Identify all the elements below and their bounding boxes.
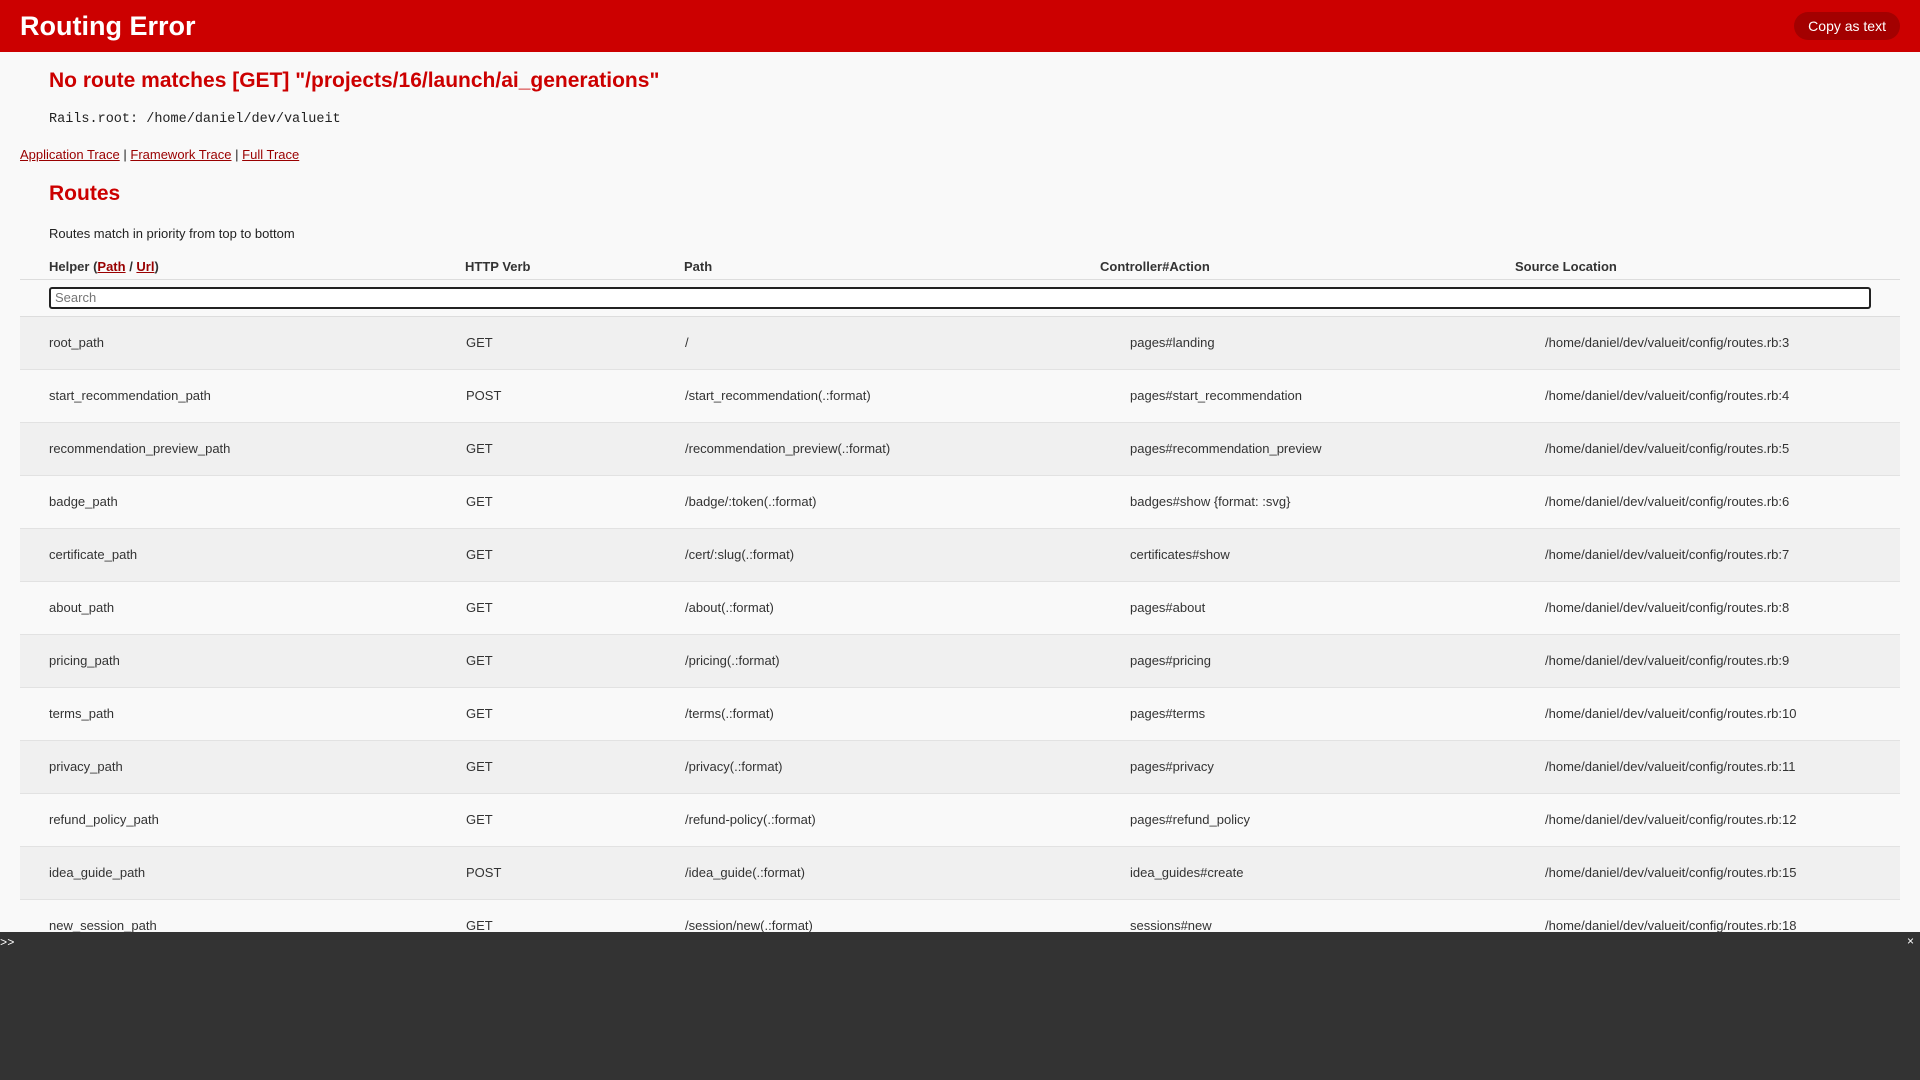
- table-row: refund_policy_path GET/refund-policy(.:fo…: [20, 793, 1900, 847]
- route-controller-action: idea_guides#create: [1100, 846, 1515, 900]
- route-path: /recommendation_preview(.:format): [684, 422, 1100, 476]
- console-prompt[interactable]: >>: [0, 936, 14, 950]
- route-controller-action: pages#landing: [1100, 316, 1515, 370]
- route-helper: terms_path: [20, 687, 465, 741]
- console-close-icon[interactable]: ×: [1907, 934, 1914, 948]
- route-controller-action: pages#terms: [1100, 687, 1515, 741]
- verb-column-header: HTTP Verb: [465, 255, 684, 280]
- route-verb: GET: [465, 528, 684, 582]
- route-verb: GET: [465, 740, 684, 794]
- route-helper: recommendation_preview_path: [20, 422, 465, 476]
- controller-column-header: Controller#Action: [1100, 255, 1515, 280]
- route-controller-action: pages#privacy: [1100, 740, 1515, 794]
- table-row: start_recommendation_path POST/start_reco…: [20, 369, 1900, 423]
- route-helper: privacy_path: [20, 740, 465, 794]
- route-source-location: /home/daniel/dev/valueit/config/routes.r…: [1515, 422, 1900, 476]
- route-path: /pricing(.:format): [684, 634, 1100, 688]
- route-path: /idea_guide(.:format): [684, 846, 1100, 900]
- page-title: Routing Error: [20, 10, 196, 41]
- route-helper: about_path: [20, 581, 465, 635]
- route-verb: GET: [465, 475, 684, 529]
- framework-trace-link[interactable]: Framework Trace: [130, 147, 231, 162]
- route-helper: start_recommendation_path: [20, 369, 465, 423]
- route-path: /cert/:slug(.:format): [684, 528, 1100, 582]
- route-helper: pricing_path: [20, 634, 465, 688]
- route-verb: GET: [465, 687, 684, 741]
- table-row: certificate_path GET/cert/:slug(.:format)…: [20, 528, 1900, 582]
- table-row: terms_path GET/terms(.:format) pages#terms…: [20, 687, 1900, 741]
- route-helper: badge_path: [20, 475, 465, 529]
- routes-body: root_path GET / pages#landing/home/daniel/d…: [20, 316, 1900, 953]
- route-source-location: /home/daniel/dev/valueit/config/routes.r…: [1515, 528, 1900, 582]
- web-console[interactable]: >> ×: [0, 932, 1920, 1080]
- routes-subtitle: Routes match in priority from top to bot…: [49, 226, 295, 241]
- source-column-header: Source Location: [1515, 255, 1900, 280]
- trace-separator: |: [235, 147, 239, 162]
- route-verb: GET: [465, 581, 684, 635]
- route-verb: GET: [465, 793, 684, 847]
- route-path: /refund-policy(.:format): [684, 793, 1100, 847]
- table-row: idea_guide_path POST/idea_guide(.:format)…: [20, 846, 1900, 900]
- route-source-location: /home/daniel/dev/valueit/config/routes.r…: [1515, 846, 1900, 900]
- route-helper: idea_guide_path: [20, 846, 465, 900]
- table-row: badge_path GET/badge/:token(.:format) badg…: [20, 475, 1900, 529]
- route-path: /start_recommendation(.:format): [684, 369, 1100, 423]
- error-message: No route matches [GET] "/projects/16/lau…: [49, 69, 660, 92]
- table-row: recommendation_preview_path GET/recommend…: [20, 422, 1900, 476]
- route-controller-action: badges#show {format: :svg}: [1100, 475, 1515, 529]
- route-helper: refund_policy_path: [20, 793, 465, 847]
- table-row: privacy_path GET/privacy(.:format) pages#p…: [20, 740, 1900, 794]
- route-path: /badge/:token(.:format): [684, 475, 1100, 529]
- rails-root: Rails.root: /home/daniel/dev/valueit: [49, 112, 341, 127]
- application-trace-link[interactable]: Application Trace: [20, 147, 120, 162]
- route-source-location: /home/daniel/dev/valueit/config/routes.r…: [1515, 740, 1900, 794]
- routes-table: Helper (Path / Url) HTTP Verb Path Contr…: [20, 255, 1900, 953]
- trace-links: Application Trace | Framework Trace | Fu…: [20, 147, 1900, 162]
- route-source-location: /home/daniel/dev/valueit/config/routes.r…: [1515, 687, 1900, 741]
- route-verb: GET: [465, 634, 684, 688]
- full-trace-link[interactable]: Full Trace: [242, 147, 299, 162]
- route-helper: certificate_path: [20, 528, 465, 582]
- route-controller-action: pages#recommendation_preview: [1100, 422, 1515, 476]
- route-source-location: /home/daniel/dev/valueit/config/routes.r…: [1515, 369, 1900, 423]
- routes-title: Routes: [49, 182, 121, 205]
- table-row: root_path GET / pages#landing/home/daniel/d…: [20, 316, 1900, 370]
- route-controller-action: pages#about: [1100, 581, 1515, 635]
- table-row: pricing_path GET/pricing(.:format) pages#p…: [20, 634, 1900, 688]
- route-controller-action: pages#start_recommendation: [1100, 369, 1515, 423]
- route-path: /terms(.:format): [684, 687, 1100, 741]
- trace-separator: |: [123, 147, 127, 162]
- search-row: [20, 279, 1900, 317]
- route-verb: POST: [465, 846, 684, 900]
- route-verb: POST: [465, 369, 684, 423]
- route-source-location: /home/daniel/dev/valueit/config/routes.r…: [1515, 316, 1900, 370]
- route-verb: GET: [465, 316, 684, 370]
- route-search-input[interactable]: [49, 286, 1871, 309]
- path-column-header: Path: [684, 255, 1100, 280]
- route-controller-action: pages#refund_policy: [1100, 793, 1515, 847]
- route-verb: GET: [465, 422, 684, 476]
- route-source-location: /home/daniel/dev/valueit/config/routes.r…: [1515, 475, 1900, 529]
- route-source-location: /home/daniel/dev/valueit/config/routes.r…: [1515, 634, 1900, 688]
- route-path: /privacy(.:format): [684, 740, 1100, 794]
- route-source-location: /home/daniel/dev/valueit/config/routes.r…: [1515, 793, 1900, 847]
- table-row: about_path GET/about(.:format) pages#about…: [20, 581, 1900, 635]
- routes-header-row: Helper (Path / Url) HTTP Verb Path Contr…: [20, 255, 1900, 280]
- route-controller-action: certificates#show: [1100, 528, 1515, 582]
- route-path: /: [684, 316, 1100, 370]
- route-source-location: /home/daniel/dev/valueit/config/routes.r…: [1515, 581, 1900, 635]
- route-controller-action: pages#pricing: [1100, 634, 1515, 688]
- route-helper: root_path: [20, 316, 465, 370]
- main-content: No route matches [GET] "/projects/16/lau…: [0, 69, 1920, 953]
- error-header: Routing Error Copy as text: [0, 0, 1920, 52]
- helper-url-link[interactable]: Url: [136, 259, 154, 274]
- copy-as-text-button[interactable]: Copy as text: [1794, 12, 1900, 40]
- helper-column-header: Helper (Path / Url): [20, 255, 465, 280]
- helper-path-link[interactable]: Path: [97, 259, 125, 274]
- route-path: /about(.:format): [684, 581, 1100, 635]
